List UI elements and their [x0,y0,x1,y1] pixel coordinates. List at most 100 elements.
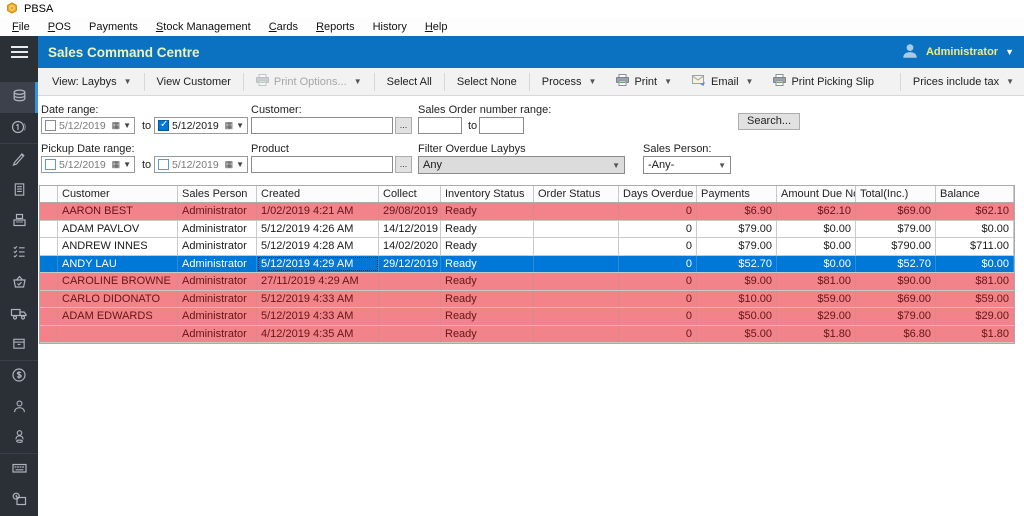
cell-amount_due_now[interactable]: $0.00 [777,255,856,272]
cell-days_overdue[interactable]: 0 [619,220,697,237]
cell-payments[interactable]: $52.70 [697,255,777,272]
cell-sales_person[interactable]: Administrator [178,238,257,255]
cell-total_inc[interactable]: $69.00 [856,290,936,307]
cell-order_status[interactable] [534,273,619,290]
table-row[interactable]: CARLO DIDONATO Administrator 5/12/2019 4:3… [40,290,1014,308]
sidebar-item-laybys[interactable] [0,82,38,113]
cell-payments[interactable]: $79.00 [697,220,777,237]
cell-days_overdue[interactable]: 0 [619,273,697,290]
cell-payments[interactable]: $79.00 [697,238,777,255]
cell-created[interactable]: 4/12/2019 4:35 AM [257,325,379,342]
cell-order_status[interactable] [534,308,619,325]
table-row[interactable]: ADAM PAVLOV Administrator 5/12/2019 4:26 A… [40,220,1014,238]
cell-collect[interactable] [379,290,441,307]
table-row[interactable]: ANDREW INNES Administrator 5/12/2019 4:28 … [40,238,1014,256]
column-header-collect[interactable]: Collect [379,186,441,202]
sidebar-item-register[interactable] [0,206,38,237]
cell-order_status[interactable] [534,255,619,272]
cell-inventory_status[interactable]: Ready [441,203,534,220]
chevron-down-icon[interactable]: ▼ [236,121,244,130]
sidebar-item-terminal[interactable] [0,454,38,485]
cell-order_status[interactable] [534,238,619,255]
cell-customer[interactable]: AARON BEST [58,203,178,220]
cell-collect[interactable] [379,325,441,342]
column-header-order_status[interactable]: Order Status [534,186,619,202]
cell-collect[interactable]: 29/08/2019 [379,203,441,220]
sidebar-item-documents[interactable] [0,175,38,206]
sales-order-from-input[interactable] [418,117,462,134]
sidebar-item-edit[interactable] [0,144,38,175]
cell-balance[interactable]: $0.00 [936,255,1014,272]
table-row[interactable]: ADAM EDWARDS Administrator 5/12/2019 4:33 … [40,308,1014,326]
cell-total_inc[interactable]: $79.00 [856,308,936,325]
cell-customer[interactable]: ADAM PAVLOV [58,220,178,237]
sales-order-to-input[interactable] [479,117,524,134]
cell-created[interactable]: 5/12/2019 4:29 AM [257,255,379,272]
cell-inventory_status[interactable]: Ready [441,220,534,237]
cell-selector[interactable] [40,325,58,342]
print-button[interactable]: Print ▼ [606,70,682,94]
table-row[interactable]: AARON BEST Administrator 1/02/2019 4:21 AM… [40,203,1014,221]
cell-amount_due_now[interactable]: $0.00 [777,220,856,237]
cell-sales_person[interactable]: Administrator [178,255,257,272]
column-header-inventory_status[interactable]: Inventory Status [441,186,534,202]
chevron-down-icon[interactable]: ▼ [123,160,131,169]
select-none-button[interactable]: Select None [447,70,527,94]
cell-created[interactable]: 5/12/2019 4:33 AM [257,308,379,325]
cell-created[interactable]: 5/12/2019 4:26 AM [257,220,379,237]
cell-inventory_status[interactable]: Ready [441,325,534,342]
cell-customer[interactable]: CAROLINE BROWNE [58,273,178,290]
cell-days_overdue[interactable]: 0 [619,238,697,255]
sidebar-item-checklist[interactable] [0,237,38,268]
cell-days_overdue[interactable]: 0 [619,290,697,307]
menu-item-pos[interactable]: POS [39,20,80,34]
print-picking-slip-button[interactable]: Print Picking Slip [763,70,884,94]
sidebar-item-customers[interactable] [0,392,38,423]
cell-customer[interactable]: ANDY LAU [58,255,178,272]
cell-payments[interactable]: $50.00 [697,308,777,325]
cell-order_status[interactable] [534,220,619,237]
sidebar-item-locations[interactable] [0,423,38,454]
cell-sales_person[interactable]: Administrator [178,290,257,307]
cell-amount_due_now[interactable]: $59.00 [777,290,856,307]
sidebar-item-schedule[interactable] [0,485,38,516]
cell-created[interactable]: 5/12/2019 4:33 AM [257,290,379,307]
cell-payments[interactable]: $9.00 [697,273,777,290]
menu-item-stock-management[interactable]: Stock Management [147,20,260,34]
cell-selector[interactable] [40,273,58,290]
cell-collect[interactable] [379,308,441,325]
cell-balance[interactable]: $711.00 [936,238,1014,255]
cell-payments[interactable]: $10.00 [697,290,777,307]
sidebar-item-finance[interactable] [0,361,38,392]
cell-days_overdue[interactable]: 0 [619,203,697,220]
column-header-balance[interactable]: Balance [936,186,1014,202]
menu-item-cards[interactable]: Cards [260,20,307,34]
select-all-button[interactable]: Select All [377,70,442,94]
cell-total_inc[interactable]: $790.00 [856,238,936,255]
pickup-to-picker[interactable]: 5/12/2019 ▦ ▼ [154,156,248,173]
column-header-selector[interactable] [40,186,58,202]
cell-selector[interactable] [40,255,58,272]
cell-balance[interactable]: $62.10 [936,203,1014,220]
cell-collect[interactable]: 14/02/2020 [379,238,441,255]
column-header-amount_due_now[interactable]: Amount Due Now [777,186,856,202]
date-to-checkbox[interactable] [158,119,169,131]
cell-selector[interactable] [40,203,58,220]
cell-amount_due_now[interactable]: $1.80 [777,325,856,342]
table-row[interactable]: CAROLINE BROWNE Administrator 27/11/2019 4… [40,273,1014,291]
sidebar-item-deliveries[interactable] [0,299,38,330]
date-range-to-picker[interactable]: 5/12/2019 ▦ ▼ [154,117,248,134]
cell-created[interactable]: 5/12/2019 4:28 AM [257,238,379,255]
cell-amount_due_now[interactable]: $0.00 [777,238,856,255]
cell-balance[interactable]: $1.80 [936,325,1014,342]
filter-overdue-dropdown[interactable]: Any ▼ [418,156,625,174]
cell-total_inc[interactable]: $90.00 [856,273,936,290]
date-range-from-picker[interactable]: 5/12/2019 ▦ ▼ [41,117,135,134]
cell-days_overdue[interactable]: 0 [619,325,697,342]
pickup-from-checkbox[interactable] [45,159,56,170]
cell-sales_person[interactable]: Administrator [178,325,257,342]
product-input[interactable] [251,156,393,173]
cell-selector[interactable] [40,238,58,255]
column-header-days_overdue[interactable]: Days Overdue [619,186,697,202]
column-header-total_inc[interactable]: Total(Inc.) [856,186,936,202]
